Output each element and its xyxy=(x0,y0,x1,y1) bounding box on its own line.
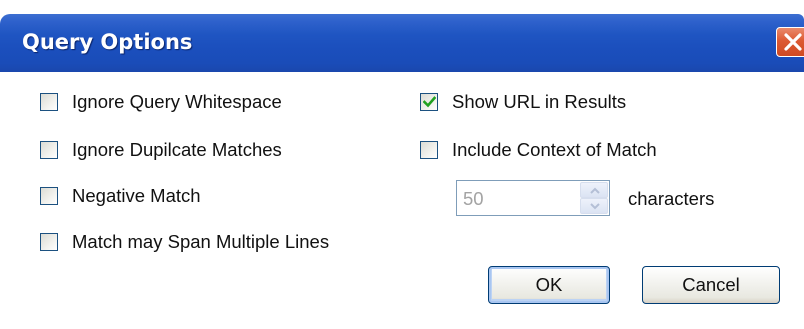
span-lines-option[interactable]: Match may Span Multiple Lines xyxy=(40,230,329,254)
cancel-button[interactable]: Cancel xyxy=(642,266,780,304)
query-options-dialog: Query Options Ignore Query Whitespace Ig… xyxy=(0,0,804,329)
ok-button[interactable]: OK xyxy=(488,266,610,304)
spin-up-button[interactable] xyxy=(580,182,608,198)
chevron-up-icon xyxy=(590,187,600,194)
show-url-option[interactable]: Show URL in Results xyxy=(420,90,626,114)
close-icon xyxy=(784,33,802,51)
include-context-checkbox[interactable] xyxy=(420,141,438,159)
negative-match-checkbox[interactable] xyxy=(40,187,58,205)
close-button[interactable] xyxy=(776,27,804,57)
ignore-whitespace-checkbox[interactable] xyxy=(40,93,58,111)
checkmark-icon xyxy=(423,96,436,108)
dialog-title: Query Options xyxy=(22,30,193,54)
span-lines-checkbox[interactable] xyxy=(40,233,58,251)
include-context-label[interactable]: Include Context of Match xyxy=(452,139,657,161)
chevron-down-icon xyxy=(590,203,600,210)
include-context-option[interactable]: Include Context of Match xyxy=(420,138,657,162)
characters-label: characters xyxy=(628,188,715,209)
context-chars-value[interactable]: 50 xyxy=(463,188,484,210)
show-url-checkbox[interactable] xyxy=(420,93,438,111)
title-bar[interactable]: Query Options xyxy=(0,14,804,72)
ignore-whitespace-option[interactable]: Ignore Query Whitespace xyxy=(40,90,282,114)
context-chars-spinner[interactable]: 50 xyxy=(456,180,610,216)
ignore-duplicate-label[interactable]: Ignore Dupilcate Matches xyxy=(72,139,282,161)
show-url-label[interactable]: Show URL in Results xyxy=(452,91,626,113)
negative-match-label[interactable]: Negative Match xyxy=(72,185,201,207)
span-lines-label[interactable]: Match may Span Multiple Lines xyxy=(72,231,329,253)
spin-down-button[interactable] xyxy=(580,198,608,214)
negative-match-option[interactable]: Negative Match xyxy=(40,184,201,208)
ignore-duplicate-checkbox[interactable] xyxy=(40,141,58,159)
spinner-buttons xyxy=(580,182,608,214)
ignore-whitespace-label[interactable]: Ignore Query Whitespace xyxy=(72,91,282,113)
ignore-duplicate-option[interactable]: Ignore Dupilcate Matches xyxy=(40,138,282,162)
